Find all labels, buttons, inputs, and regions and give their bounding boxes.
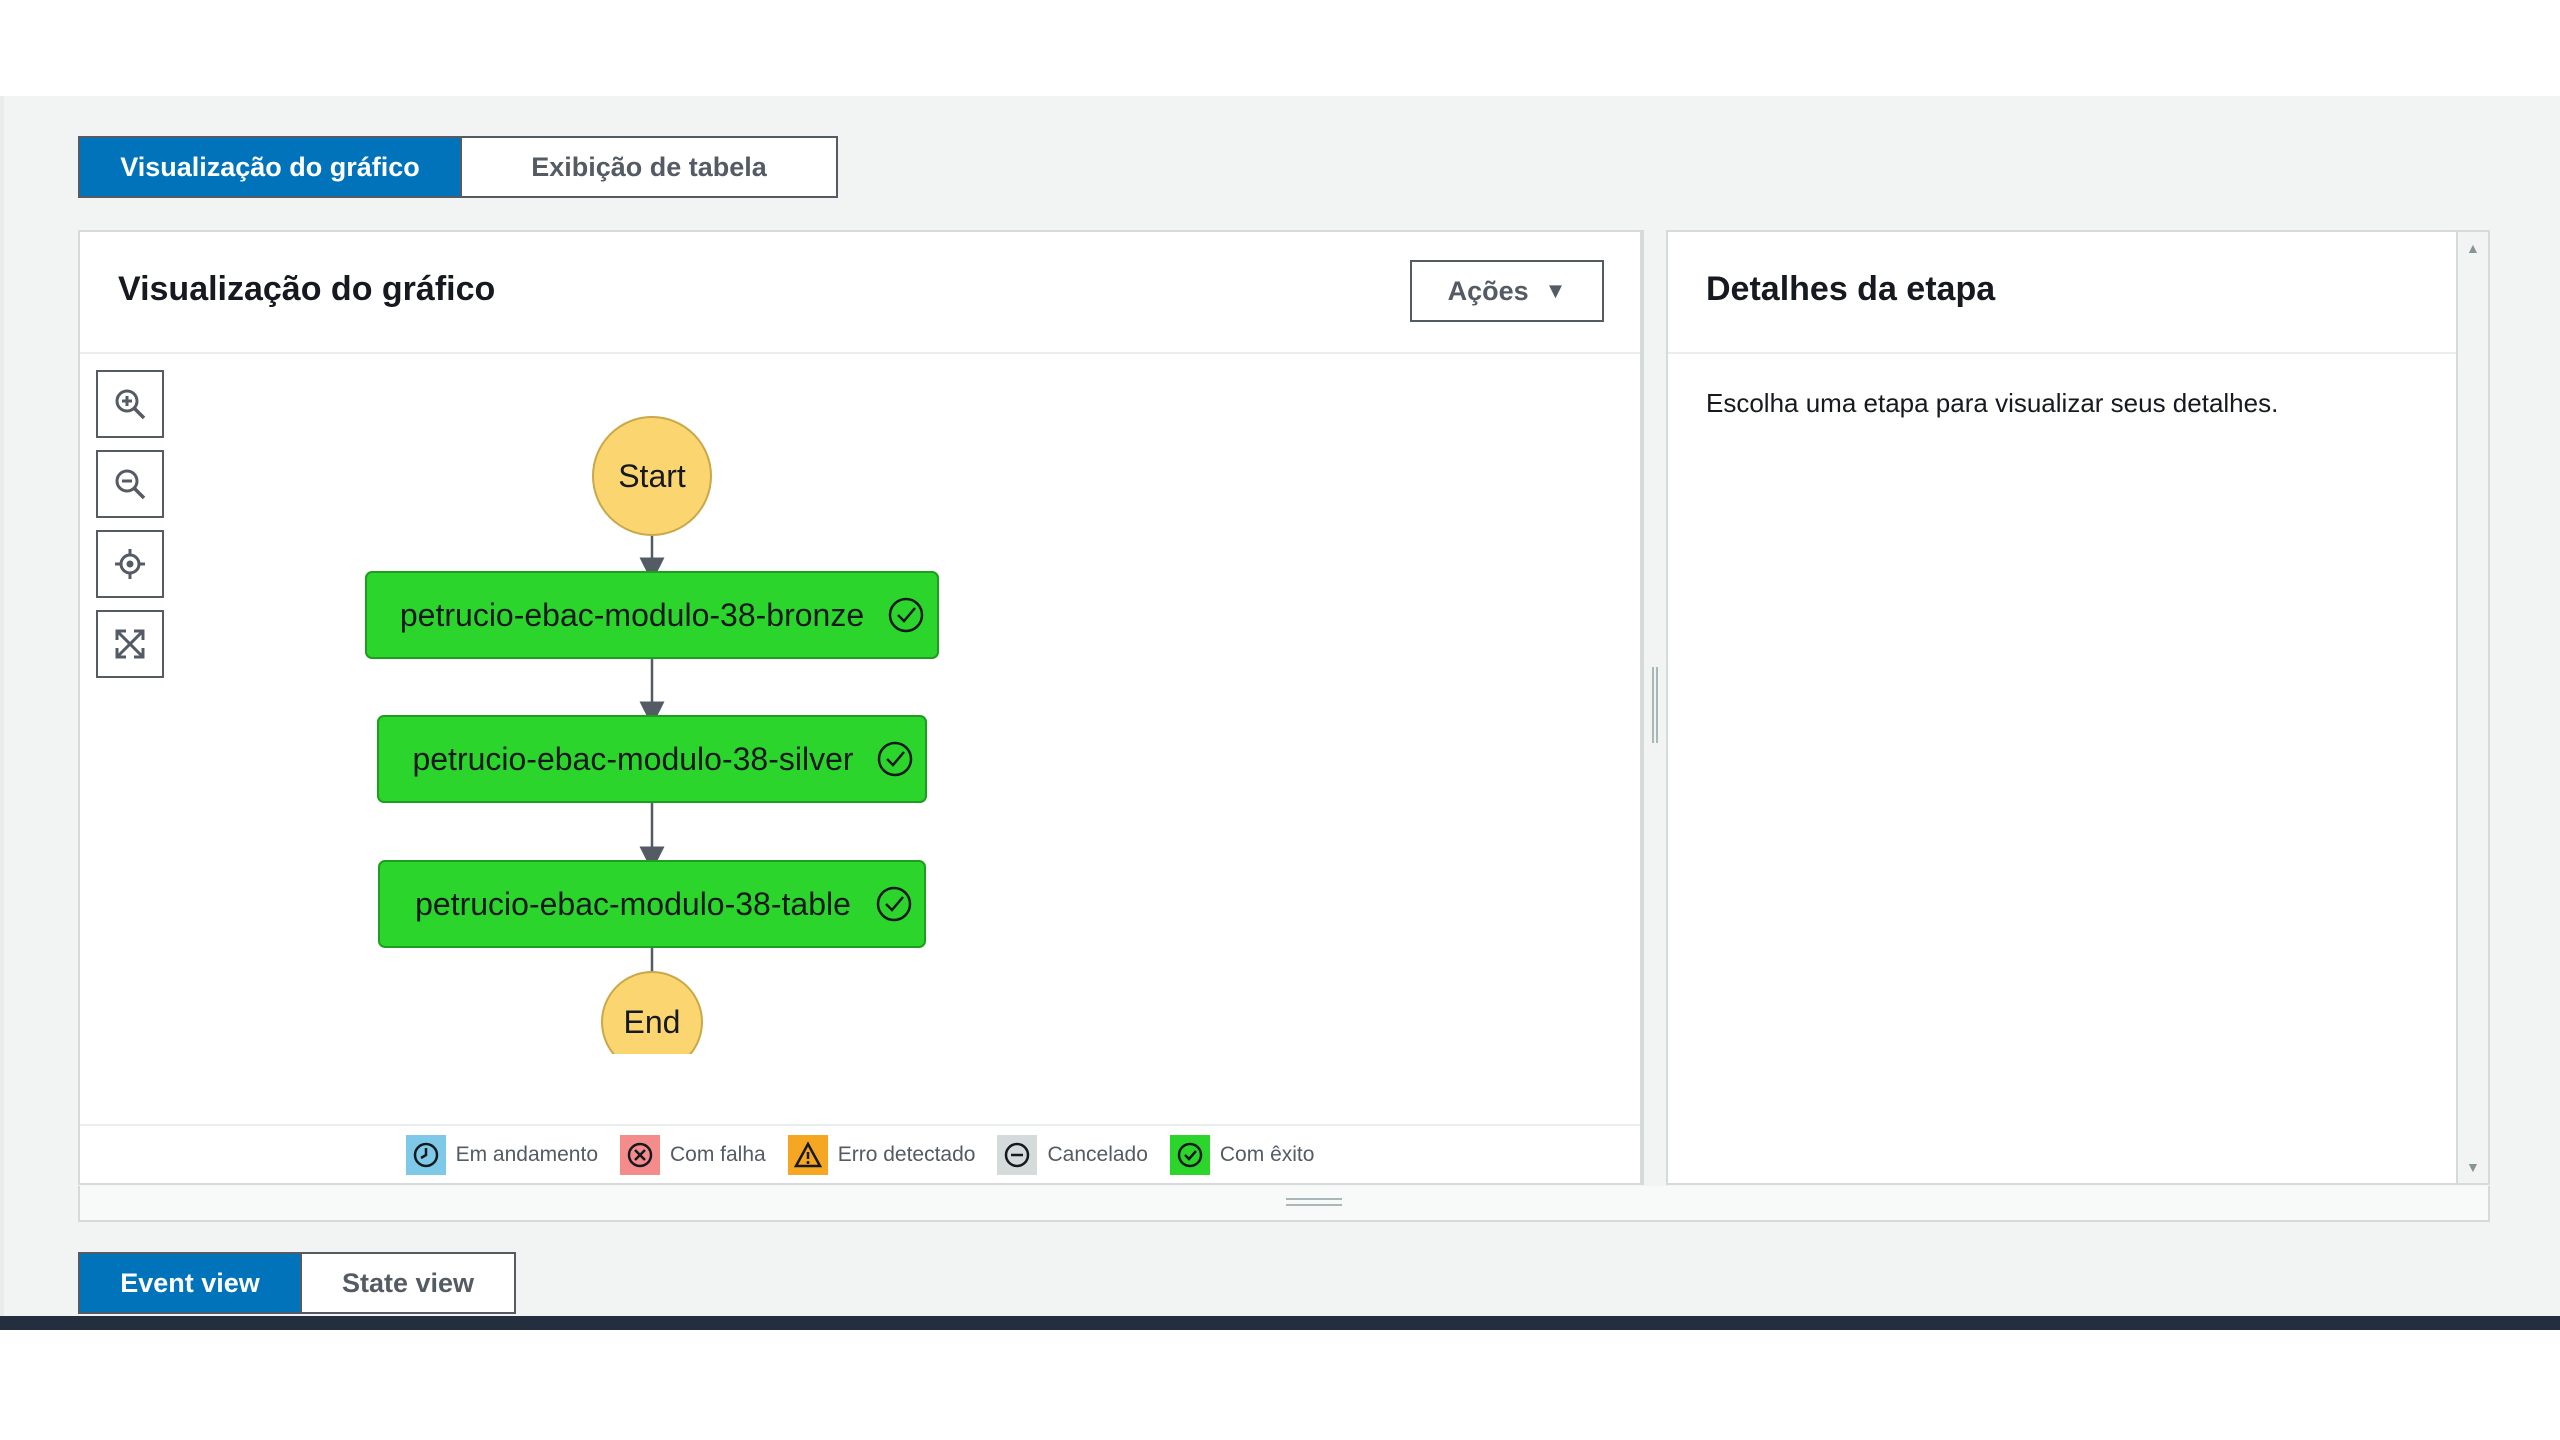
drag-handle-icon xyxy=(1652,667,1658,743)
screen: Visualização do gráfico Exibição de tabe… xyxy=(0,0,2560,1440)
panel-resize-handle[interactable] xyxy=(78,1186,2490,1222)
step-details-placeholder: Escolha uma etapa para visualizar seus d… xyxy=(1706,388,2279,418)
graph-panel-header: Visualização do gráfico Ações ▼ xyxy=(80,232,1640,354)
legend-in-progress: Em andamento xyxy=(405,1135,598,1175)
x-circle-icon xyxy=(620,1135,660,1175)
step-node-silver[interactable]: petrucio-ebac-modulo-38-silver xyxy=(377,715,927,803)
footer-bar xyxy=(0,1316,2560,1330)
details-scrollbar[interactable]: ▲ ▼ xyxy=(2458,230,2490,1185)
legend-label: Erro detectado xyxy=(837,1143,976,1166)
legend-label: Cancelado xyxy=(1047,1143,1148,1166)
end-node-label: End xyxy=(624,1004,681,1040)
legend-succeeded: Com êxito xyxy=(1169,1135,1315,1175)
minus-circle-icon xyxy=(997,1135,1038,1175)
view-toggle: Visualização do gráfico Exibição de tabe… xyxy=(78,136,838,198)
legend-failed: Com falha xyxy=(620,1135,766,1175)
start-node-label: Start xyxy=(618,458,686,494)
step-details-panel: Detalhes da etapa Escolha uma etapa para… xyxy=(1668,230,2458,1185)
drag-handle-icon xyxy=(1286,1198,1342,1206)
caret-down-icon: ▼ xyxy=(1544,278,1567,303)
status-legend: Em andamento Com falha Erro detectado Ca… xyxy=(80,1124,1640,1184)
clock-icon xyxy=(405,1135,446,1175)
state-view-tab[interactable]: State view xyxy=(300,1254,514,1312)
step-details-title: Detalhes da etapa xyxy=(1706,270,1996,308)
start-node[interactable]: Start xyxy=(592,416,712,536)
step-node-table-label: petrucio-ebac-modulo-38-table xyxy=(415,886,851,922)
check-circle-icon xyxy=(1169,1135,1210,1175)
legend-label: Com falha xyxy=(670,1143,766,1166)
step-node-silver-label: petrucio-ebac-modulo-38-silver xyxy=(412,741,853,777)
actions-label: Ações xyxy=(1447,275,1529,306)
warning-icon xyxy=(787,1135,828,1175)
table-view-tab[interactable]: Exibição de tabela xyxy=(460,138,836,196)
actions-dropdown-button[interactable]: Ações ▼ xyxy=(1410,260,1604,322)
state-machine-graph: Start petrucio-ebac-modulo-38-bronze pet… xyxy=(365,416,939,1054)
scroll-down-icon[interactable]: ▼ xyxy=(2466,1159,2480,1175)
legend-caught-error: Erro detectado xyxy=(787,1135,976,1175)
legend-label: Com êxito xyxy=(1219,1143,1315,1166)
legend-label: Em andamento xyxy=(455,1143,598,1166)
graph-panel-title: Visualização do gráfico xyxy=(118,270,496,308)
history-view-toggle: Event view State view xyxy=(78,1252,516,1314)
event-view-tab[interactable]: Event view xyxy=(80,1254,300,1312)
legend-cancelled: Cancelado xyxy=(997,1135,1148,1175)
graph-panel: Visualização do gráfico Ações ▼ Start pe… xyxy=(78,230,1642,1185)
step-details-header: Detalhes da etapa xyxy=(1668,232,2456,354)
panel-splitter[interactable] xyxy=(1642,230,1668,1185)
step-node-bronze[interactable]: petrucio-ebac-modulo-38-bronze xyxy=(365,571,939,659)
scroll-up-icon[interactable]: ▲ xyxy=(2466,240,2480,256)
step-node-table[interactable]: petrucio-ebac-modulo-38-table xyxy=(378,860,926,948)
step-node-bronze-label: petrucio-ebac-modulo-38-bronze xyxy=(400,597,864,633)
end-node[interactable]: End xyxy=(601,971,703,1054)
graph-view-tab[interactable]: Visualização do gráfico xyxy=(80,138,460,196)
